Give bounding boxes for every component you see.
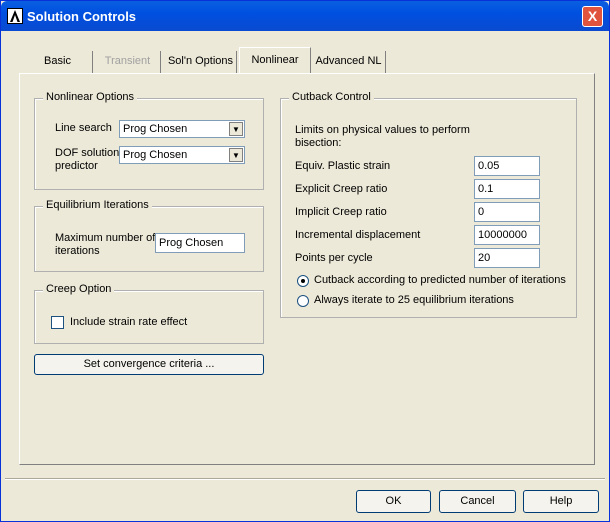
points-per-cycle-label: Points per cycle <box>295 252 373 264</box>
dof-label-line2: predictor <box>55 160 98 172</box>
equiv-plastic-strain-label: Equiv. Plastic strain <box>295 160 391 172</box>
equiv-plastic-strain-input[interactable]: 0.05 <box>474 156 540 176</box>
set-convergence-button[interactable]: Set convergence criteria ... <box>34 354 264 375</box>
nonlinear-options-title: Nonlinear Options <box>43 91 138 103</box>
creep-option-group: Creep Option Include strain rate effect <box>34 283 264 344</box>
line-search-select[interactable]: Prog Chosen ▼ <box>119 120 245 138</box>
max-iterations-input[interactable]: Prog Chosen <box>155 233 245 253</box>
explicit-creep-ratio-input[interactable]: 0.1 <box>474 179 540 199</box>
dof-predictor-value: Prog Chosen <box>123 149 188 161</box>
help-button[interactable]: Help <box>523 490 599 513</box>
dof-predictor-select[interactable]: Prog Chosen ▼ <box>119 146 245 164</box>
chevron-down-icon[interactable]: ▼ <box>229 148 243 162</box>
cutback-control-group: Cutback Control Limits on physical value… <box>280 91 577 318</box>
strain-rate-label: Include strain rate effect <box>70 316 188 328</box>
title-bar[interactable]: Solution Controls X <box>1 1 609 31</box>
nonlinear-options-group: Nonlinear Options Line search Prog Chose… <box>34 91 264 190</box>
line-search-label: Line search <box>55 122 112 134</box>
cutback-predicted-label: Cutback according to predicted number of… <box>314 274 566 286</box>
window-title: Solution Controls <box>27 9 137 24</box>
cutback-predicted-radio[interactable] <box>297 275 309 287</box>
equilibrium-iterations-title: Equilibrium Iterations <box>43 199 152 211</box>
cutback-control-title: Cutback Control <box>289 91 374 103</box>
tab-soln-options[interactable]: Sol'n Options <box>165 51 237 73</box>
incremental-displacement-input[interactable]: 10000000 <box>474 225 540 245</box>
ansys-logo-icon <box>7 8 23 24</box>
always-iterate-radio[interactable] <box>297 295 309 307</box>
chevron-down-icon[interactable]: ▼ <box>229 122 243 136</box>
cutback-intro-line1: Limits on physical values to perform <box>295 124 470 136</box>
creep-option-title: Creep Option <box>43 283 115 295</box>
implicit-creep-ratio-label: Implicit Creep ratio <box>295 206 387 218</box>
points-per-cycle-input[interactable]: 20 <box>474 248 540 268</box>
footer-divider <box>5 478 605 480</box>
solution-controls-window: Solution Controls X Basic Transient Sol'… <box>0 0 610 522</box>
close-button[interactable]: X <box>582 6 603 27</box>
equilibrium-iterations-group: Equilibrium Iterations Maximum number of… <box>34 199 264 272</box>
ok-button[interactable]: OK <box>356 490 431 513</box>
cutback-intro-line2: bisection: <box>295 137 342 149</box>
dof-label-line1: DOF solution <box>55 147 120 159</box>
ansys-logo-glyph <box>10 10 20 22</box>
cancel-button[interactable]: Cancel <box>439 490 516 513</box>
incremental-displacement-label: Incremental displacement <box>295 229 421 241</box>
tab-nonlinear[interactable]: Nonlinear <box>239 47 311 74</box>
max-iterations-label-line2: iterations <box>55 245 100 257</box>
explicit-creep-ratio-label: Explicit Creep ratio <box>295 183 388 195</box>
tab-basic[interactable]: Basic <box>23 51 93 73</box>
tab-advanced-nl[interactable]: Advanced NL <box>312 51 386 73</box>
implicit-creep-ratio-input[interactable]: 0 <box>474 202 540 222</box>
max-iterations-label-line1: Maximum number of <box>55 232 156 244</box>
nonlinear-tab-panel: Nonlinear Options Line search Prog Chose… <box>19 73 595 465</box>
always-iterate-label: Always iterate to 25 equilibrium iterati… <box>314 294 514 306</box>
tab-transient[interactable]: Transient <box>95 51 161 73</box>
dialog-client: Basic Transient Sol'n Options Nonlinear … <box>5 31 605 517</box>
strain-rate-checkbox[interactable] <box>51 316 64 329</box>
line-search-value: Prog Chosen <box>123 123 188 135</box>
